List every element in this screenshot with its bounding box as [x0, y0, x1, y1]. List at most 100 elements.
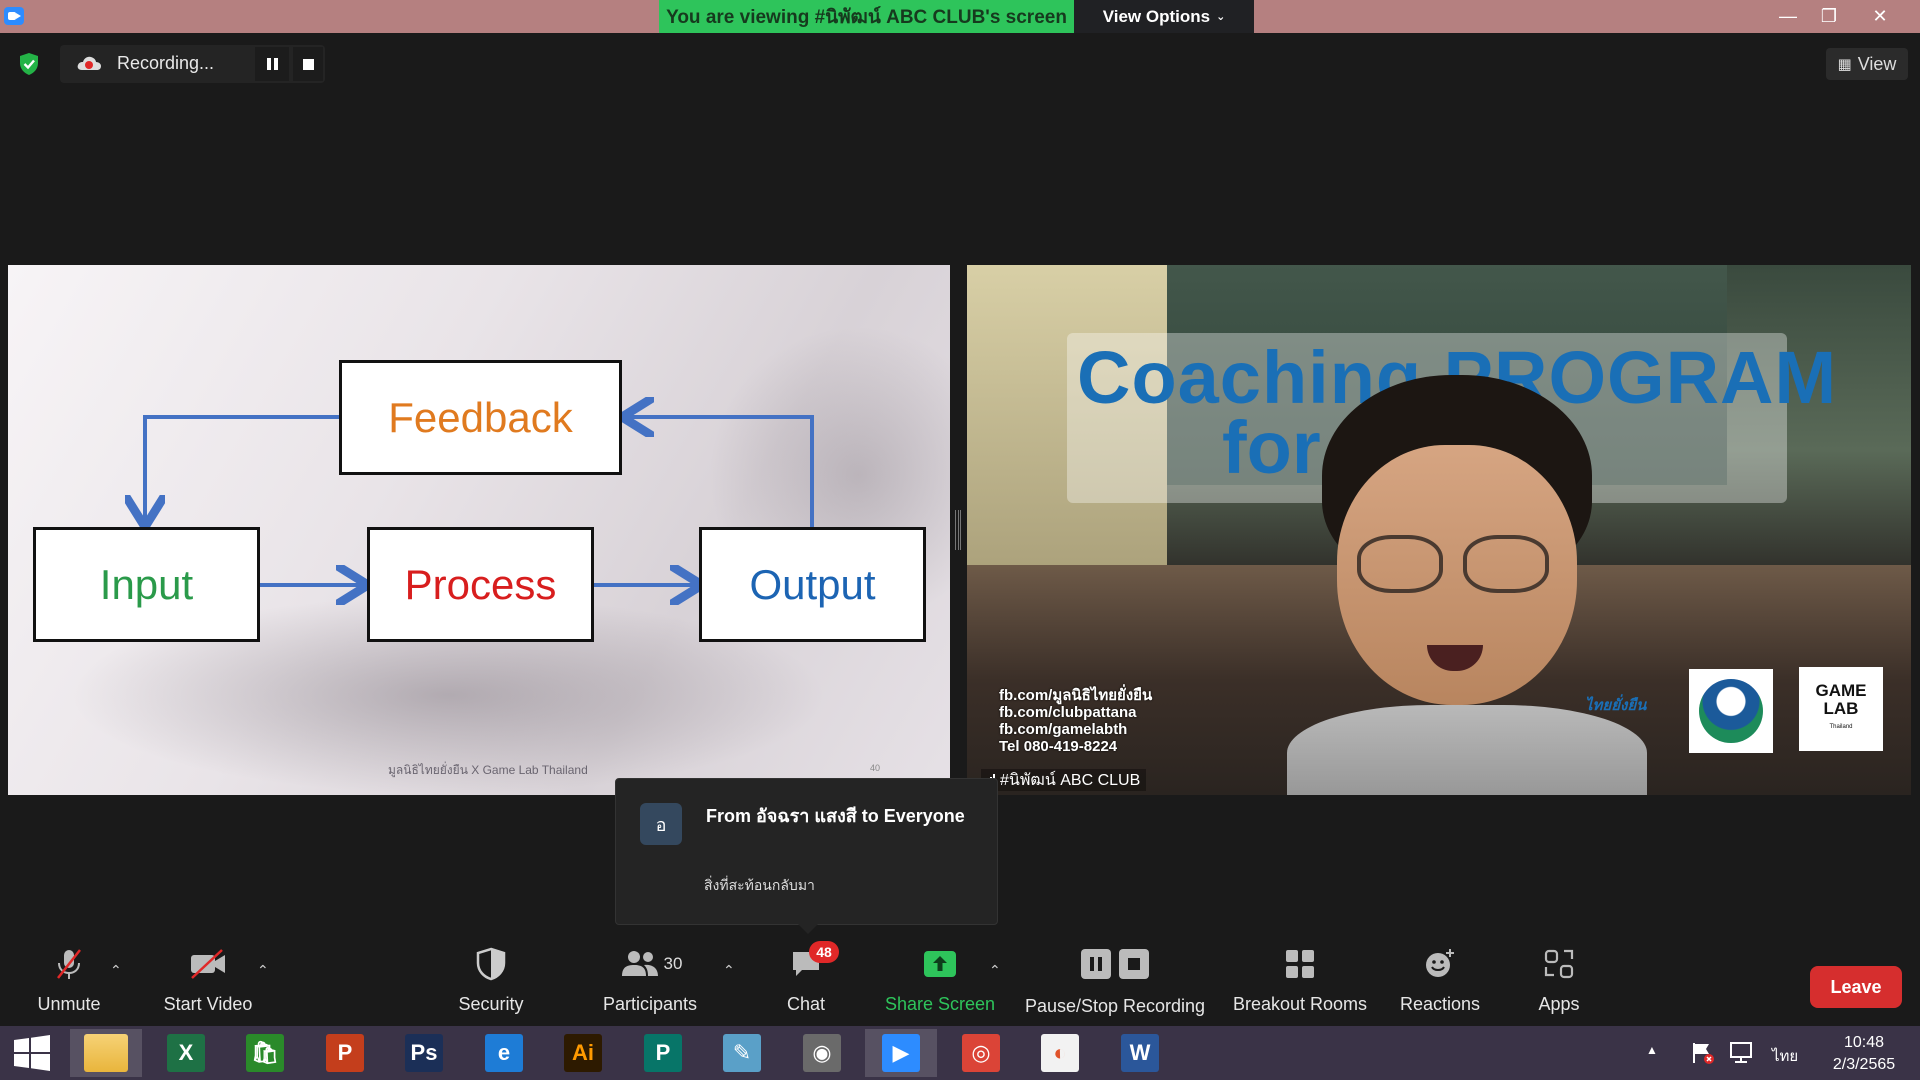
- contact-info: fb.com/มูลนิธิไทยยั่งยืน fb.com/clubpatt…: [999, 687, 1152, 755]
- minimize-button[interactable]: —: [1765, 0, 1811, 33]
- taskbar-app-file-explorer[interactable]: [70, 1029, 142, 1077]
- leave-meeting-button[interactable]: Leave: [1810, 966, 1902, 1008]
- video-options-caret-icon[interactable]: ⌃: [257, 962, 269, 979]
- slide-page-number: 40: [870, 763, 881, 773]
- share-screen-icon: [924, 951, 956, 977]
- stop-icon: [1119, 949, 1149, 979]
- close-button[interactable]: ✕: [1857, 0, 1903, 33]
- view-options-label: View Options: [1102, 6, 1211, 26]
- video-off-icon: [191, 949, 225, 979]
- contact-line: fb.com/มูลนิธิไทยยั่งยืน: [999, 687, 1153, 704]
- unmute-button[interactable]: Unmute: [30, 942, 108, 1026]
- output-label: Output: [749, 560, 876, 608]
- taskbar-app-publisher[interactable]: P: [627, 1029, 699, 1077]
- participant-video-tile: Coaching PROGRAM for rer fb.com/มูลนิธิไ…: [967, 265, 1911, 795]
- meeting-toolbar: Unmute ⌃ Start Video ⌃ Security 30 Parti…: [0, 941, 1920, 1026]
- breakout-rooms-icon: [1286, 950, 1314, 978]
- restore-button[interactable]: ❐: [1806, 0, 1852, 33]
- chat-notification[interactable]: อ From อัจฉรา แสงสี to Everyone สิ่งที่ส…: [615, 778, 998, 934]
- shared-screen: Feedback Input Process Output มูลนิธิไทย…: [8, 265, 950, 795]
- chat-message-text: สิ่งที่สะท้อนกลับมา: [704, 877, 815, 893]
- taskbar-app-photoscape[interactable]: ◉: [786, 1029, 858, 1077]
- zoom-logo-icon: [4, 7, 24, 25]
- start-video-button[interactable]: Start Video: [160, 942, 256, 1026]
- share-options-caret-icon[interactable]: ⌃: [989, 962, 1001, 979]
- apps-icon: [1544, 949, 1574, 979]
- security-shield-icon[interactable]: [18, 52, 40, 76]
- share-screen-button[interactable]: Share Screen: [885, 942, 995, 1026]
- windows-taskbar: X 🛍 P Ps e Ai P ✎ ◉ ▶ ◎ ◐ W ▲ ไทย: [0, 1026, 1920, 1080]
- viewing-banner: You are viewing #นิพัฒน์ ABC CLUB's scre…: [659, 0, 1074, 33]
- stop-recording-button[interactable]: [293, 47, 323, 81]
- grid-icon: ▦: [1837, 56, 1852, 73]
- contact-line: fb.com/clubpattana: [999, 704, 1137, 721]
- pause-stop-recording-button[interactable]: Pause/Stop Recording: [1025, 942, 1205, 1026]
- security-label: Security: [458, 994, 524, 1014]
- zoom-icon: ▶: [882, 1034, 920, 1072]
- cloud-recording-icon: [77, 56, 101, 70]
- output-box: Output: [699, 527, 926, 642]
- apps-button[interactable]: Apps: [1533, 942, 1585, 1026]
- slide-footer-credit: มูลนิธิไทยยั่งยืน X Game Lab Thailand: [388, 763, 588, 777]
- breakout-rooms-button[interactable]: Breakout Rooms: [1232, 942, 1368, 1026]
- output-to-feedback-arrow: [626, 417, 814, 527]
- participant-name: #นิพัฒน์ ABC CLUB: [1000, 771, 1141, 789]
- chevron-down-icon: ⌄: [1216, 11, 1226, 23]
- windows-logo-icon: [14, 1035, 50, 1071]
- taskbar-app-internet-explorer[interactable]: e: [468, 1029, 540, 1077]
- participants-icon: [621, 951, 658, 976]
- powerpoint-icon: P: [326, 1034, 364, 1072]
- view-layout-button[interactable]: ▦ View: [1826, 48, 1908, 80]
- split-view-handle[interactable]: [955, 510, 962, 550]
- taskbar-app-zoom[interactable]: ▶: [865, 1029, 937, 1077]
- taskbar-app-store[interactable]: 🛍: [229, 1029, 301, 1077]
- taskbar-app-slides-app[interactable]: ◐: [1024, 1029, 1096, 1077]
- network-icon[interactable]: [1728, 1040, 1754, 1066]
- excel-icon: X: [167, 1034, 205, 1072]
- view-options-button[interactable]: View Options ⌄: [1074, 0, 1254, 33]
- taskbar-app-powerpoint[interactable]: P: [309, 1029, 381, 1077]
- reactions-label: Reactions: [1399, 994, 1481, 1014]
- process-box: Process: [367, 527, 594, 642]
- avatar: อ: [640, 803, 682, 845]
- thai-yangyuen-logo-text: ไทยยั่งยืน: [1585, 697, 1647, 714]
- taskbar-clock[interactable]: 10:48 2/3/2565: [1824, 1032, 1904, 1076]
- contact-line: fb.com/gamelabth: [999, 721, 1128, 738]
- internet-explorer-icon: e: [485, 1034, 523, 1072]
- pause-stop-recording-label: Pause/Stop Recording: [1024, 996, 1206, 1016]
- reactions-smiley-icon: [1426, 949, 1454, 977]
- start-button[interactable]: [0, 1029, 64, 1077]
- taskbar-app-photoshop[interactable]: Ps: [388, 1029, 460, 1077]
- clock-date: 2/3/2565: [1832, 1056, 1896, 1073]
- taskbar-app-chrome[interactable]: ◎: [945, 1029, 1017, 1077]
- input-language-indicator[interactable]: ไทย: [1772, 1044, 1798, 1068]
- file-explorer-icon: [84, 1034, 128, 1072]
- participants-button[interactable]: 30 Participants: [600, 942, 700, 1026]
- foundation-logo: [1689, 669, 1773, 753]
- pause-recording-button[interactable]: [255, 47, 289, 81]
- input-label: Input: [99, 560, 194, 608]
- recording-label: Recording...: [117, 53, 215, 73]
- gamelab-logo-line2: LAB: [1823, 699, 1859, 718]
- contact-line: Tel 080-419-8224: [999, 738, 1118, 755]
- breakout-rooms-label: Breakout Rooms: [1232, 994, 1368, 1014]
- taskbar-app-illustrator[interactable]: Ai: [547, 1029, 619, 1077]
- title-bar: You are viewing #นิพัฒน์ ABC CLUB's scre…: [0, 0, 1920, 33]
- photoscape-icon: ◉: [803, 1034, 841, 1072]
- taskbar-app-word[interactable]: W: [1104, 1029, 1176, 1077]
- recording-indicator: Recording...: [60, 45, 325, 83]
- action-center-flag-icon[interactable]: [1690, 1040, 1716, 1066]
- chat-button[interactable]: 48 Chat: [780, 941, 839, 1026]
- chat-label: Chat: [786, 994, 826, 1014]
- reactions-button[interactable]: Reactions: [1400, 942, 1480, 1026]
- show-hidden-icons-button[interactable]: ▲: [1646, 1043, 1658, 1057]
- muted-microphone-icon: [57, 949, 81, 979]
- taskbar-app-excel[interactable]: X: [150, 1029, 222, 1077]
- unmute-label: Unmute: [37, 994, 101, 1014]
- taskbar-app-notepad[interactable]: ✎: [706, 1029, 778, 1077]
- chat-unread-badge: 48: [809, 941, 839, 963]
- security-button[interactable]: Security: [455, 942, 527, 1026]
- publisher-icon: P: [644, 1034, 682, 1072]
- participants-options-caret-icon[interactable]: ⌃: [723, 962, 735, 979]
- audio-options-caret-icon[interactable]: ⌃: [110, 962, 122, 979]
